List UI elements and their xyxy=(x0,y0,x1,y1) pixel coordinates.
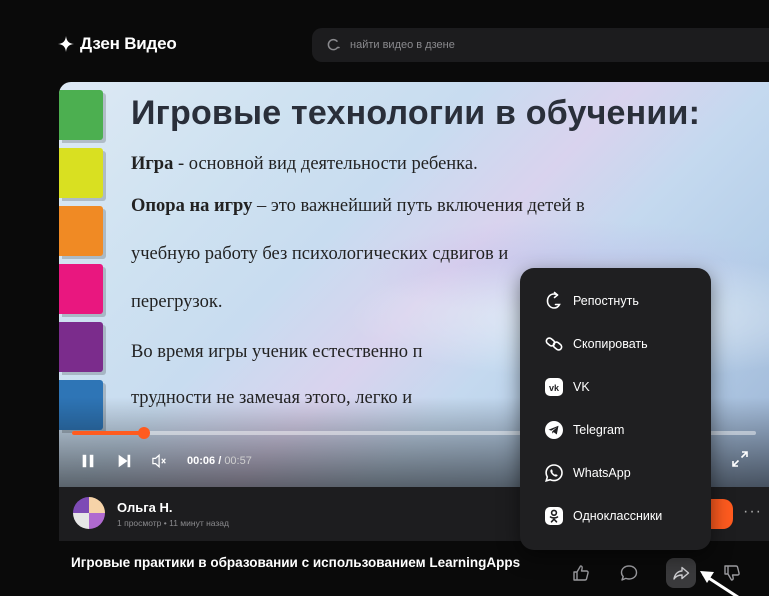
share-item-copy[interactable]: Скопировать xyxy=(520,322,711,365)
share-item-repost[interactable]: Репостнуть xyxy=(520,279,711,322)
logo[interactable]: Дзен Видео xyxy=(58,34,177,54)
comment-icon xyxy=(620,565,638,581)
search-bar[interactable] xyxy=(312,28,769,62)
share-icon xyxy=(673,566,690,580)
slide-line-text: - основной вид деятельности ребенка. xyxy=(173,154,478,174)
share-item-whatsapp[interactable]: WhatsApp xyxy=(520,451,711,494)
share-item-label: Telegram xyxy=(573,422,625,437)
slide-line-text: Во время игры ученик естественно п xyxy=(131,342,423,362)
slide-line: Во время игры ученик естественно п xyxy=(131,342,423,363)
share-item-label: WhatsApp xyxy=(573,465,631,480)
subscribe-button[interactable] xyxy=(711,499,733,529)
whatsapp-icon xyxy=(545,463,563,482)
like-button[interactable] xyxy=(566,558,596,588)
share-item-label: Одноклассники xyxy=(573,508,663,523)
slide-line-text: учебную работу без психологических сдвиг… xyxy=(131,244,509,264)
player-controls: 00:06 / 00:57 xyxy=(79,452,252,470)
slide-line: учебную работу без психологических сдвиг… xyxy=(131,244,508,265)
search-input[interactable] xyxy=(350,39,650,51)
thumbs-up-icon xyxy=(573,565,589,581)
odnoklassniki-icon xyxy=(545,506,563,525)
more-icon[interactable]: ··· xyxy=(743,503,762,521)
progress-fill xyxy=(72,431,144,435)
slide-line: Игра - основной вид деятельности ребенка… xyxy=(131,154,478,175)
time-display: 00:06 / 00:57 xyxy=(187,455,252,467)
share-item-label: VK xyxy=(573,379,590,394)
vk-icon: vk xyxy=(545,377,563,396)
header: Дзен Видео xyxy=(0,0,769,80)
search-icon xyxy=(327,38,340,51)
slide-line-bold: Игра xyxy=(131,154,174,174)
link-icon xyxy=(545,336,563,351)
slide-line: Опора на игру – это важнейший путь включ… xyxy=(131,196,585,217)
slide-tab-block xyxy=(59,322,103,372)
share-item-vk[interactable]: vk VK xyxy=(520,365,711,408)
share-item-label: Скопировать xyxy=(573,336,648,351)
slide-line-bold: Опора на игру xyxy=(131,196,253,216)
slide-line: перегрузок. xyxy=(131,292,222,313)
share-menu: Репостнуть Скопировать vk VK Telegram Wh… xyxy=(520,268,711,550)
slide-tab-block xyxy=(59,148,103,198)
slide-tab-block xyxy=(59,90,103,140)
author-meta: 1 просмотр • 11 минут назад xyxy=(117,518,229,528)
telegram-icon xyxy=(545,420,563,439)
video-title: Игровые практики в образовании с использ… xyxy=(71,555,521,570)
logo-text: Дзен Видео xyxy=(80,34,177,53)
pause-icon[interactable] xyxy=(79,452,97,470)
duration: 00:57 xyxy=(224,455,252,467)
current-time: 00:06 xyxy=(187,455,216,467)
star-icon xyxy=(58,36,74,52)
share-item-telegram[interactable]: Telegram xyxy=(520,408,711,451)
pointer-arrow-icon xyxy=(700,571,740,596)
fullscreen-icon[interactable] xyxy=(731,450,749,468)
progress-thumb[interactable] xyxy=(137,427,150,439)
slide-title: Игровые технологии в обучении: xyxy=(131,94,701,132)
repost-icon xyxy=(546,291,561,309)
slide-line-text: – это важнейший путь включения детей в xyxy=(252,196,585,216)
svg-text:vk: vk xyxy=(549,383,560,393)
share-item-label: Репостнуть xyxy=(573,293,639,308)
mute-icon[interactable] xyxy=(151,452,169,470)
slide-line-text: перегрузок. xyxy=(131,292,223,312)
slide-tab-block xyxy=(59,264,103,314)
slide-tab-block xyxy=(59,206,103,256)
next-icon[interactable] xyxy=(115,452,133,470)
comment-button[interactable] xyxy=(614,558,644,588)
avatar[interactable] xyxy=(73,497,105,529)
author-name[interactable]: Ольга Н. xyxy=(117,500,172,515)
share-item-odnoklassniki[interactable]: Одноклассники xyxy=(520,494,711,537)
